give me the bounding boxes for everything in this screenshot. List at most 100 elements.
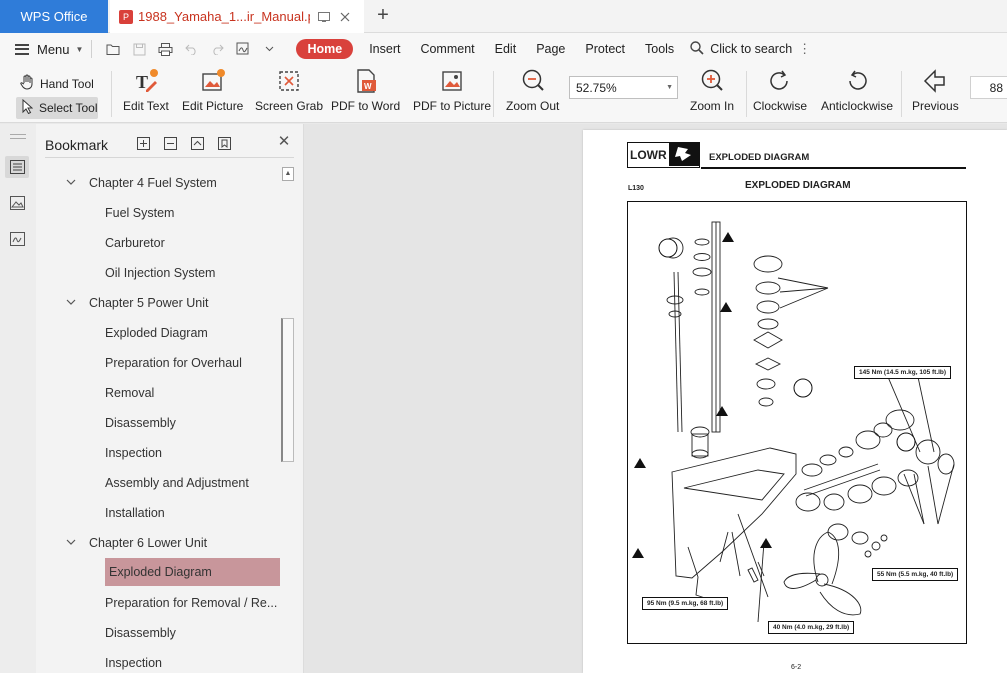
hand-tool-button[interactable]: Hand Tool bbox=[20, 74, 94, 93]
thumbnail-panel-icon[interactable] bbox=[5, 192, 29, 214]
bookmark-item[interactable]: Fuel System bbox=[105, 202, 174, 224]
previous-page-button[interactable]: Previous bbox=[912, 67, 959, 113]
rotate-anticlockwise-button[interactable]: Anticlockwise bbox=[821, 67, 893, 113]
tab-protect[interactable]: Protect bbox=[585, 42, 625, 56]
bookmark-label: Carburetor bbox=[105, 236, 165, 250]
edit-picture-button[interactable]: Edit Picture bbox=[182, 67, 243, 113]
clockwise-label: Clockwise bbox=[753, 99, 808, 113]
search-placeholder: Click to search bbox=[710, 42, 793, 56]
sign-icon[interactable] bbox=[235, 41, 251, 57]
tab-insert[interactable]: Insert bbox=[369, 42, 400, 56]
scroll-up-arrow[interactable]: ▲ bbox=[282, 167, 294, 181]
section-tag-label: LOWR bbox=[630, 148, 667, 162]
tab-home[interactable]: Home bbox=[296, 39, 354, 59]
tab-tools[interactable]: Tools bbox=[645, 42, 674, 56]
screen-grab-button[interactable]: Screen Grab bbox=[255, 67, 323, 113]
new-tab-button[interactable]: + bbox=[374, 5, 392, 25]
scrollbar-thumb[interactable] bbox=[281, 318, 294, 462]
chevron-down-icon: ▼ bbox=[666, 84, 673, 91]
tab-wps-office[interactable]: WPS Office bbox=[0, 0, 108, 33]
divider bbox=[493, 71, 494, 117]
document-viewer[interactable]: LOWR EXPLODED DIAGRAM L130 EXPLODED DIAG… bbox=[304, 124, 1007, 673]
bookmark-item[interactable]: Preparation for Removal / Re... bbox=[105, 592, 277, 614]
tab-comment[interactable]: Comment bbox=[420, 42, 474, 56]
add-bookmark-icon[interactable] bbox=[135, 135, 151, 151]
tab-document[interactable]: P 1988_Yamaha_1...ir_Manual.pdf bbox=[110, 0, 364, 33]
zoom-level-select[interactable]: 52.75% ▼ bbox=[569, 76, 678, 99]
bookmark-label: Preparation for Overhaul bbox=[105, 356, 242, 370]
bookmark-item[interactable]: Assembly and Adjustment bbox=[105, 472, 249, 494]
pdf-page: LOWR EXPLODED DIAGRAM L130 EXPLODED DIAG… bbox=[583, 130, 1007, 673]
zoom-in-button[interactable]: Zoom In bbox=[690, 67, 734, 113]
bookmark-panel-icon[interactable] bbox=[5, 156, 29, 178]
bookmark-panel: Bookmark ✕ ▲ Chapter 4 Fuel System Fuel … bbox=[36, 124, 304, 673]
select-tool-button[interactable]: Select Tool bbox=[16, 97, 98, 119]
bookmark-label: Chapter 4 Fuel System bbox=[89, 176, 217, 190]
close-tab-icon[interactable] bbox=[338, 10, 352, 24]
pdf-to-word-button[interactable]: W PDF to Word bbox=[331, 67, 400, 113]
window-icon[interactable] bbox=[317, 10, 331, 24]
divider bbox=[746, 71, 747, 117]
close-panel-icon[interactable]: ✕ bbox=[276, 134, 292, 150]
bookmark-item[interactable]: Installation bbox=[105, 502, 165, 524]
chevron-down-icon[interactable] bbox=[66, 538, 78, 549]
menu-button[interactable]: Menu ▼ bbox=[15, 42, 83, 57]
bookmark-label: Exploded Diagram bbox=[105, 326, 208, 340]
expand-all-icon[interactable] bbox=[189, 135, 205, 151]
collapse-all-icon[interactable] bbox=[162, 135, 178, 151]
pdf-to-picture-icon bbox=[439, 67, 465, 95]
bookmark-chapter-5[interactable]: Chapter 5 Power Unit bbox=[66, 292, 209, 314]
bookmark-chapter-4[interactable]: Chapter 4 Fuel System bbox=[66, 172, 217, 194]
menu-bar: Menu ▼ Home Insert Comment Edit Page Pro… bbox=[0, 33, 1007, 65]
anticlockwise-label: Anticlockwise bbox=[821, 99, 894, 113]
divider bbox=[901, 71, 902, 117]
edit-text-button[interactable]: T Edit Text bbox=[123, 67, 169, 113]
bookmark-item[interactable]: Inspection bbox=[105, 652, 162, 673]
bookmark-options-icon[interactable] bbox=[216, 135, 232, 151]
tab-edit[interactable]: Edit bbox=[495, 42, 517, 56]
screen-grab-label: Screen Grab bbox=[255, 99, 324, 113]
screen-grab-icon bbox=[276, 67, 302, 95]
print-icon[interactable] bbox=[157, 41, 173, 57]
section-tag: LOWR bbox=[627, 142, 700, 168]
save-icon[interactable] bbox=[131, 41, 147, 57]
panel-grip[interactable] bbox=[10, 134, 26, 139]
bookmark-item[interactable]: Oil Injection System bbox=[105, 262, 215, 284]
tab-page[interactable]: Page bbox=[536, 42, 565, 56]
bookmark-item[interactable]: Exploded Diagram bbox=[105, 322, 208, 344]
zoom-in-icon bbox=[699, 67, 725, 95]
bookmark-item[interactable]: Removal bbox=[105, 382, 154, 404]
torque-label: 95 Nm (9.5 m.kg, 68 ft.lb) bbox=[642, 597, 729, 610]
bookmark-item[interactable]: Disassembly bbox=[105, 412, 176, 434]
bookmark-chapter-6[interactable]: Chapter 6 Lower Unit bbox=[66, 532, 207, 554]
bookmark-item[interactable]: Preparation for Overhaul bbox=[105, 352, 242, 374]
torque-label: 145 Nm (14.5 m.kg, 105 ft.lb) bbox=[854, 366, 952, 379]
bookmark-item[interactable]: Carburetor bbox=[105, 232, 165, 254]
pdf-to-picture-button[interactable]: PDF to Picture bbox=[413, 67, 491, 113]
header-rule bbox=[701, 167, 966, 169]
search-box[interactable]: Click to search ⋮ bbox=[690, 40, 811, 58]
edit-picture-label: Edit Picture bbox=[182, 99, 244, 113]
search-icon bbox=[690, 40, 704, 58]
redo-icon[interactable] bbox=[209, 41, 225, 57]
page-number-input[interactable]: 88 bbox=[970, 76, 1007, 99]
signature-panel-icon[interactable] bbox=[5, 228, 29, 250]
svg-text:T: T bbox=[136, 72, 148, 92]
rotate-clockwise-button[interactable]: Clockwise bbox=[753, 67, 807, 113]
zoom-out-button[interactable]: Zoom Out bbox=[506, 67, 559, 113]
cursor-icon bbox=[22, 98, 34, 117]
menu-label: Menu bbox=[37, 41, 70, 57]
chevron-down-icon[interactable] bbox=[66, 178, 78, 189]
chevron-down-icon[interactable] bbox=[66, 298, 78, 309]
bookmark-item[interactable]: Inspection bbox=[105, 442, 162, 464]
dropdown-icon[interactable] bbox=[261, 41, 277, 57]
more-options-icon[interactable]: ⋮ bbox=[798, 41, 811, 57]
open-folder-icon[interactable] bbox=[105, 41, 121, 57]
bookmark-item[interactable]: Disassembly bbox=[105, 622, 176, 644]
bookmark-label: Assembly and Adjustment bbox=[105, 476, 249, 490]
svg-text:W: W bbox=[364, 82, 372, 91]
hand-tool-label: Hand Tool bbox=[40, 76, 94, 91]
side-navigation bbox=[0, 124, 36, 673]
undo-icon[interactable] bbox=[183, 41, 199, 57]
bookmark-item-selected[interactable]: Exploded Diagram bbox=[105, 558, 280, 586]
